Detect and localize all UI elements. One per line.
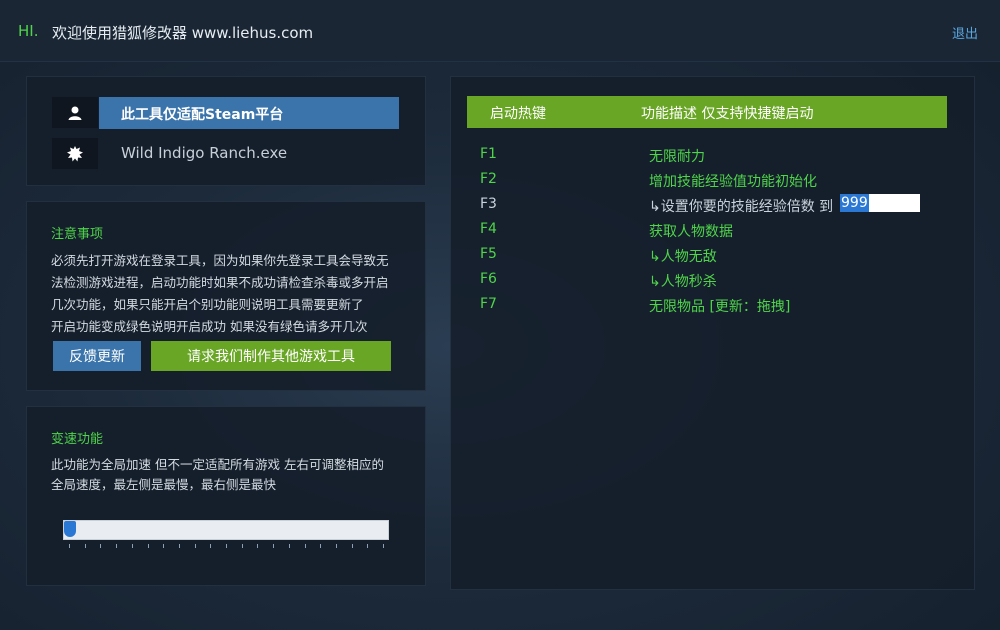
title-bar: HI. 欢迎使用猎狐修改器 www.liehus.com 退出 (0, 0, 1000, 62)
hotkey-key: F1 (480, 146, 497, 162)
hi-label: HI. (18, 22, 39, 40)
slider-ticks (63, 544, 389, 550)
slider-tick (367, 544, 369, 548)
speed-text: 此功能为全局加速 但不一定适配所有游戏 左右可调整相应的 全局速度，最左侧是最慢… (51, 455, 384, 495)
speed-line: 此功能为全局加速 但不一定适配所有游戏 左右可调整相应的 (51, 457, 384, 472)
notice-panel: 注意事项 必须先打开游戏在登录工具，因为如果你先登录工具会导致无 法检测游戏进程… (26, 201, 426, 391)
multiplier-input-value[interactable]: 999 (840, 194, 869, 212)
notice-line: 法检测游戏进程，启动功能时如果不成功请检查杀毒或多开启 (51, 275, 389, 290)
hotkey-desc: 增加技能经验值功能初始化 (649, 174, 817, 190)
slider-tick (273, 544, 275, 548)
notice-line: 开启功能变成绿色说明开启成功 如果没有绿色请多开几次 (51, 319, 368, 334)
gear-icon (52, 138, 98, 169)
steam-platform-label: 此工具仅适配Steam平台 (99, 97, 399, 129)
game-info-panel: 此工具仅适配Steam平台 Wild Indigo Ranch.exe (26, 76, 426, 186)
slider-tick (100, 544, 102, 548)
hotkey-row-f1[interactable]: F1 无限耐力 (451, 146, 976, 171)
hotkey-desc: 获取人物数据 (649, 224, 733, 240)
feedback-update-button[interactable]: 反馈更新 (53, 341, 141, 371)
slider-tick (69, 544, 70, 548)
slider-tick (320, 544, 322, 548)
slider-tick (163, 544, 165, 548)
notice-line: 几次功能，如果只能开启个别功能则说明工具需要更新了 (51, 297, 364, 312)
hotkey-key: F7 (480, 296, 497, 312)
speed-title: 变速功能 (51, 432, 104, 447)
slider-tick (335, 544, 337, 548)
speed-line: 全局速度，最左侧是最慢，最右侧是最快 (51, 477, 277, 492)
hotkey-row-f2[interactable]: F2 增加技能经验值功能初始化 (451, 171, 976, 196)
hotkey-table-header: 启动热键 功能描述 仅支持快捷键启动 (467, 96, 947, 128)
user-icon (52, 97, 98, 128)
slider-tick (84, 544, 86, 548)
logout-link[interactable]: 退出 (952, 23, 978, 42)
slider-tick (288, 544, 290, 548)
hotkey-key: F6 (480, 271, 497, 287)
hotkey-row-f3[interactable]: F3 ↳设置你要的技能经验倍数 到 999 (451, 194, 976, 221)
hotkey-row-f4[interactable]: F4 获取人物数据 (451, 221, 976, 246)
hotkey-row-f5[interactable]: F5 ↳人物无敌 (451, 246, 976, 271)
slider-tick (116, 544, 118, 548)
slider-tick (226, 544, 227, 548)
hotkey-key: F3 (480, 196, 497, 212)
hotkey-key: F4 (480, 221, 497, 237)
notice-title: 注意事项 (51, 227, 104, 242)
hotkey-desc: 无限物品 [更新：拖拽] (649, 299, 791, 315)
header-hotkey: 启动热键 (490, 106, 546, 122)
hotkey-desc: 无限耐力 (649, 149, 705, 165)
slider-thumb[interactable] (64, 521, 76, 537)
game-exe-name: Wild Indigo Ranch.exe (121, 144, 288, 162)
header-description: 功能描述 仅支持快捷键启动 (641, 106, 814, 122)
slider-tick (194, 544, 196, 548)
slider-tick (241, 544, 243, 548)
hotkey-row-f6[interactable]: F6 ↳人物秒杀 (451, 271, 976, 296)
slider-tick (304, 544, 306, 548)
slider-tick (351, 544, 353, 548)
hotkey-desc: ↳设置你要的技能经验倍数 到 (649, 199, 834, 215)
slider-tick (178, 544, 180, 548)
hotkey-row-f7[interactable]: F7 无限物品 [更新：拖拽] (451, 296, 976, 321)
hotkey-key: F5 (480, 246, 497, 262)
welcome-text: 欢迎使用猎狐修改器 www.liehus.com (52, 24, 314, 42)
slider-tick (210, 544, 212, 548)
hotkey-panel: 启动热键 功能描述 仅支持快捷键启动 F1 无限耐力 F2 增加技能经验值功能初… (450, 76, 975, 590)
request-tool-button[interactable]: 请求我们制作其他游戏工具 (151, 341, 391, 371)
speed-slider[interactable] (63, 520, 389, 540)
slider-tick (131, 544, 133, 548)
slider-tick (257, 544, 259, 548)
hotkey-key: F2 (480, 171, 497, 187)
hotkey-desc: ↳人物秒杀 (649, 274, 717, 290)
notice-text: 必须先打开游戏在登录工具，因为如果你先登录工具会导致无 法检测游戏进程，启动功能… (51, 250, 389, 338)
notice-line: 必须先打开游戏在登录工具，因为如果你先登录工具会导致无 (51, 253, 389, 268)
speed-panel: 变速功能 此功能为全局加速 但不一定适配所有游戏 左右可调整相应的 全局速度，最… (26, 406, 426, 586)
slider-tick (147, 544, 149, 548)
slider-tick (383, 544, 384, 548)
hotkey-desc: ↳人物无敌 (649, 249, 717, 265)
